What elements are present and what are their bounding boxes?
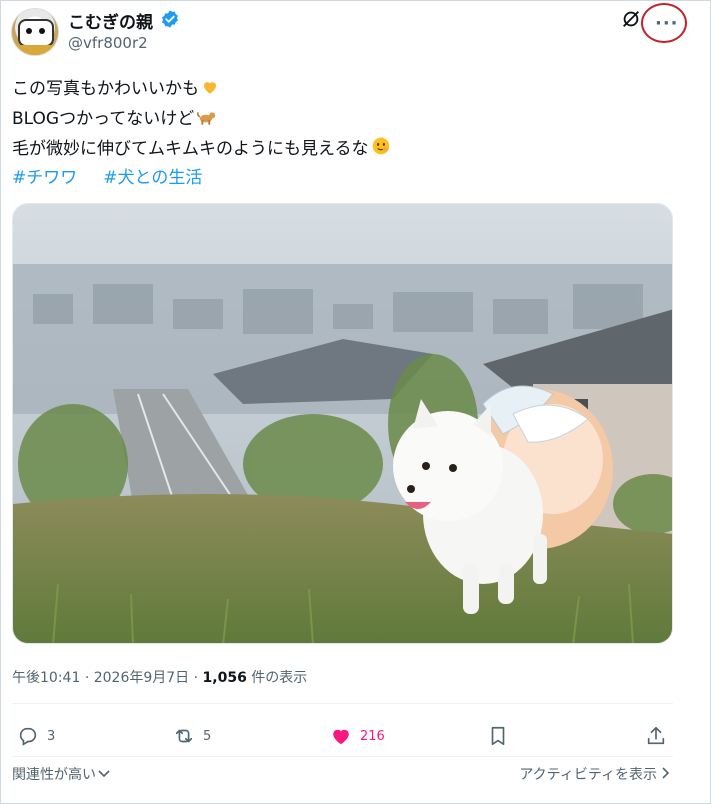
share-button[interactable] <box>645 722 667 750</box>
tweet-text-line-3-text: 毛が微妙に伸びてムキムキのようにも見えるな <box>12 139 369 159</box>
reply-icon <box>19 727 37 746</box>
like-count: 216 <box>360 728 385 744</box>
view-activity-link[interactable]: アクティビティを表示 <box>519 764 671 784</box>
tweet-text-line-3: 毛が微妙に伸びてムキムキのようにも見えるな <box>12 134 391 159</box>
reply-button[interactable]: 3 <box>17 722 55 750</box>
verified-badge-icon <box>162 10 178 28</box>
avatar[interactable] <box>11 8 59 56</box>
view-activity-label: アクティビティを表示 <box>519 767 657 783</box>
more-icon: ··· <box>655 13 679 34</box>
tweet-text-line-2-text: BLOGつかってないけど <box>12 109 195 129</box>
chevron-right-icon <box>662 767 670 779</box>
hashtag-link[interactable]: #犬との生活 <box>103 168 202 188</box>
hashtags: #チワワ #犬との生活 <box>12 163 228 188</box>
view-count-label: 件の表示 <box>251 670 308 686</box>
yellow-heart-icon <box>204 82 216 94</box>
sort-relevance-label: 関連性が高い <box>12 767 96 783</box>
meta-separator: · <box>193 670 199 686</box>
handle[interactable]: @vfr800r2 <box>68 34 148 52</box>
like-button[interactable]: 216 <box>330 722 385 750</box>
repost-button[interactable]: 5 <box>173 722 211 750</box>
tweet-photo[interactable] <box>12 203 673 644</box>
tweet-text-line-2: BLOGつかってないけど <box>12 104 216 129</box>
divider <box>12 756 673 757</box>
bookmark-button[interactable] <box>487 722 509 750</box>
display-name[interactable]: こむぎの親 <box>68 8 153 33</box>
reply-count: 3 <box>47 728 56 744</box>
smirk-face-icon <box>372 137 389 155</box>
more-options-button[interactable]: ··· <box>641 3 687 43</box>
repost-count: 5 <box>203 728 212 744</box>
chevron-down-icon <box>98 770 110 778</box>
tweet-meta: 午後10:41 · 2026年9月7日 · 1,056 件の表示 <box>12 667 307 687</box>
divider <box>12 703 673 704</box>
dog-photo-illustration <box>13 204 672 643</box>
tweet-time[interactable]: 午後10:41 <box>12 670 80 686</box>
meta-separator: · <box>84 670 90 686</box>
dog-icon <box>197 111 216 125</box>
view-count: 1,056 <box>202 670 247 686</box>
tweet-text-line-1: この写真もかわいいかも <box>12 74 219 99</box>
sort-relevance-dropdown[interactable]: 関連性が高い <box>12 764 110 784</box>
tweet-date[interactable]: 2026年9月7日 <box>94 670 189 686</box>
heart-filled-icon <box>333 729 349 745</box>
bookmark-icon <box>491 726 505 746</box>
share-icon <box>647 726 665 745</box>
grok-icon[interactable] <box>620 8 642 30</box>
hashtag-link[interactable]: #チワワ <box>12 168 77 188</box>
tweet-text-line-1-text: この写真もかわいいかも <box>12 79 199 99</box>
repost-icon <box>175 729 193 743</box>
